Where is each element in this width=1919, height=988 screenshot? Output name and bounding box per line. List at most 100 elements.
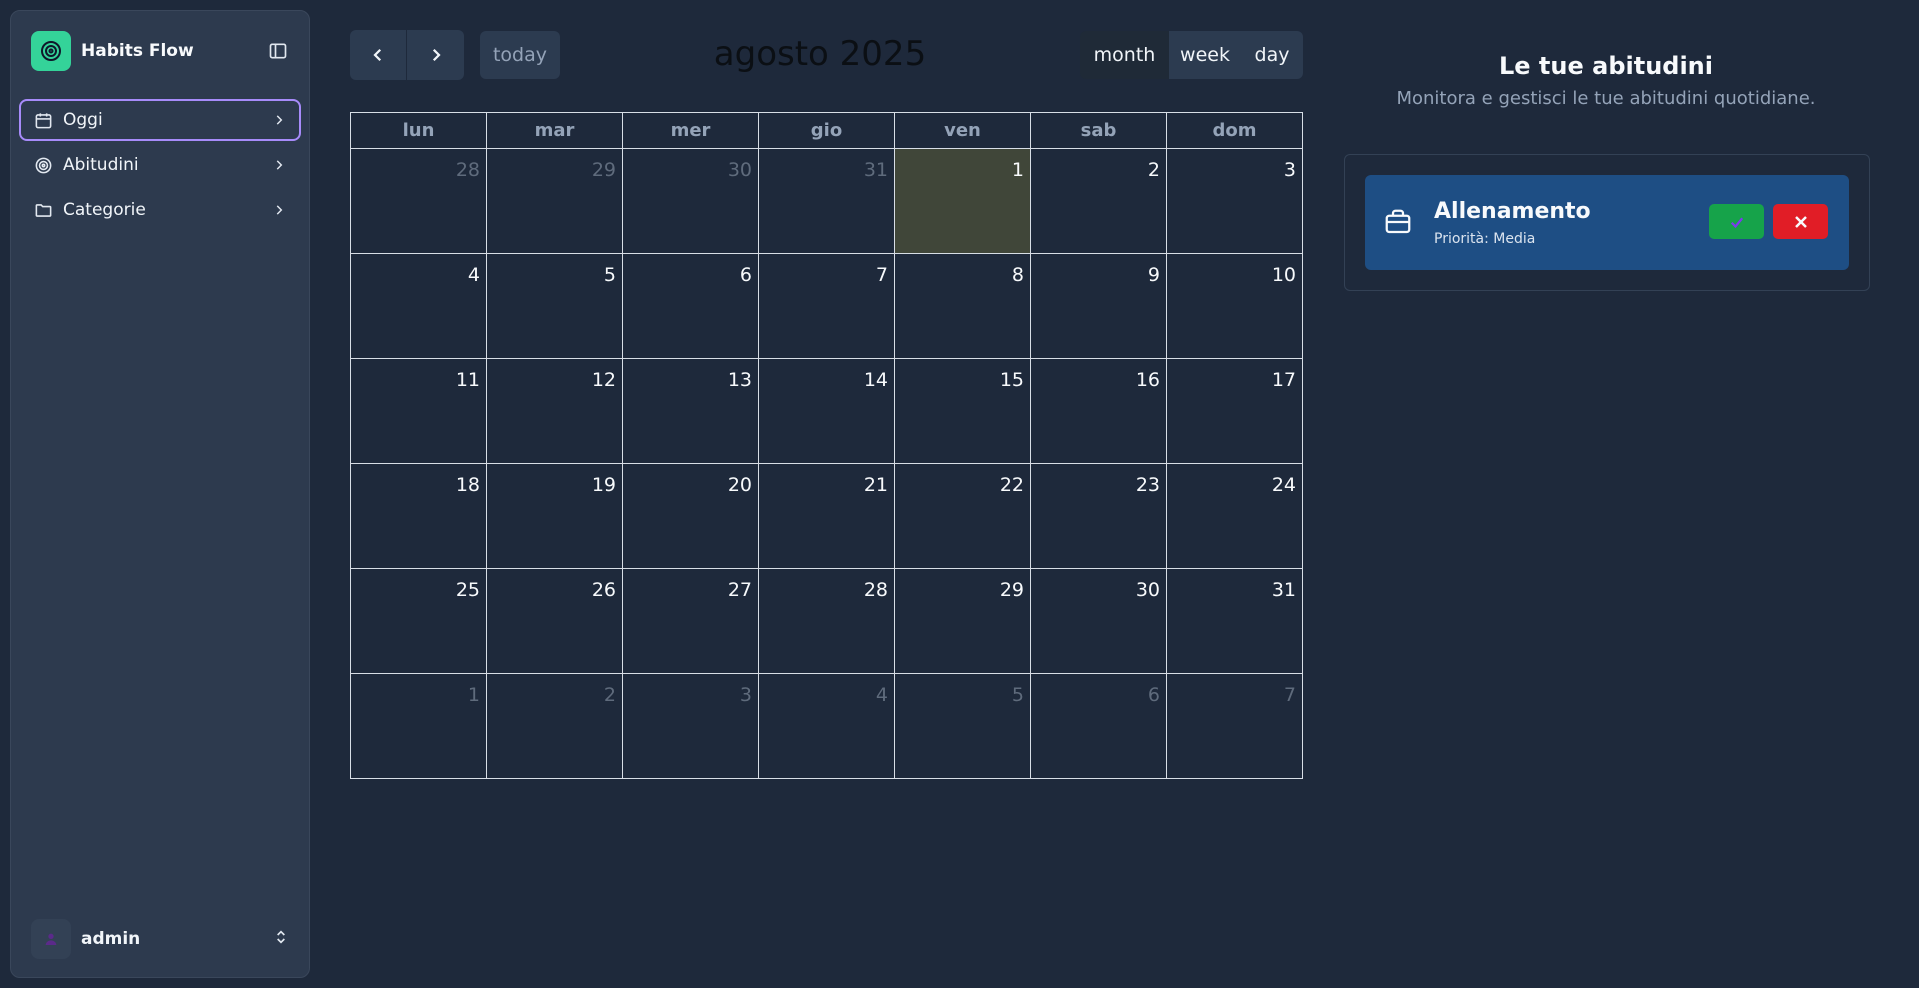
calendar-day-cell[interactable]: 6 [622, 253, 759, 359]
sidebar-item-label: Oggi [63, 110, 103, 130]
calendar-day-cell[interactable]: 5 [486, 253, 623, 359]
mark-done-button[interactable] [1709, 204, 1764, 239]
weekday-header: lun [350, 112, 487, 149]
chevron-right-icon [271, 112, 287, 128]
habits-list: Allenamento Priorità: Media [1344, 154, 1870, 291]
briefcase-icon [1383, 207, 1413, 237]
calendar-day-cell[interactable]: 30 [622, 148, 759, 254]
brand: Habits Flow [31, 31, 289, 71]
today-group: today [480, 31, 560, 79]
calendar-day-cell[interactable]: 31 [1166, 568, 1303, 674]
calendar-day-cell[interactable]: 2 [1030, 148, 1167, 254]
sidebar-item-label: Categorie [63, 200, 146, 220]
target-icon [31, 31, 71, 71]
sidebar-toggle-icon[interactable] [267, 40, 289, 62]
calendar-day-cell[interactable]: 21 [758, 463, 895, 569]
chevrons-up-down-icon [273, 929, 289, 949]
chevron-right-icon [271, 202, 287, 218]
panel-subtitle: Monitora e gestisci le tue abitudini quo… [1396, 88, 1816, 109]
user-menu[interactable]: admin [31, 919, 289, 959]
calendar-title: agosto 2025 [713, 34, 927, 74]
sidebar: Habits Flow Oggi Abitudini Categorie adm… [10, 10, 310, 978]
habit-priority: Priorità: Media [1434, 231, 1536, 247]
calendar-day-cell[interactable]: 12 [486, 358, 623, 464]
weekday-header: sab [1030, 112, 1167, 149]
calendar-day-cell[interactable]: 13 [622, 358, 759, 464]
today-button[interactable]: today [480, 31, 560, 79]
panel-title: Le tue abitudini [1499, 52, 1713, 80]
calendar-day-cell[interactable]: 7 [1166, 673, 1303, 779]
calendar-day-cell[interactable]: 30 [1030, 568, 1167, 674]
calendar-day-cell[interactable]: 24 [1166, 463, 1303, 569]
calendar-day-cell[interactable]: 31 [758, 148, 895, 254]
calendar-day-cell[interactable]: 20 [622, 463, 759, 569]
calendar-day-cell[interactable]: 2 [486, 673, 623, 779]
sidebar-item-oggi[interactable]: Oggi [19, 99, 301, 141]
calendar-day-cell[interactable]: 10 [1166, 253, 1303, 359]
user-name: admin [81, 929, 141, 949]
chevron-left-icon [373, 48, 382, 62]
sidebar-item-categorie[interactable]: Categorie [19, 189, 301, 231]
calendar-day-cell[interactable]: 16 [1030, 358, 1167, 464]
chevron-right-icon [432, 48, 441, 62]
weekday-header: gio [758, 112, 895, 149]
calendar-day-cell[interactable]: 28 [758, 568, 895, 674]
check-icon [1730, 217, 1743, 228]
habit-name: Allenamento [1434, 199, 1591, 224]
calendar-week-row: 1234567 [350, 673, 1303, 779]
sidebar-nav: Oggi Abitudini Categorie [19, 99, 301, 234]
calendar-day-cell[interactable]: 3 [622, 673, 759, 779]
calendar-week-row: 4 5 6 7 8 9 10 [350, 253, 1303, 359]
calendar-day-cell[interactable]: 29 [486, 148, 623, 254]
target-icon [33, 155, 53, 175]
calendar-day-cell[interactable]: 8 [894, 253, 1031, 359]
calendar-body: 28 29 30 31 1 2 3 4 5 6 7 8 9 10 11 12 13 14 15 16 17 18 19 20 2… [350, 148, 1303, 779]
calendar-day-cell[interactable]: 5 [894, 673, 1031, 779]
calendar-day-cell[interactable]: 15 [894, 358, 1031, 464]
calendar-week-row: 18 19 20 21 22 23 24 [350, 463, 1303, 569]
calendar-day-cell[interactable]: 3 [1166, 148, 1303, 254]
calendar-day-cell[interactable]: 14 [758, 358, 895, 464]
calendar-day-cell[interactable]: 6 [1030, 673, 1167, 779]
calendar-day-cell[interactable]: 19 [486, 463, 623, 569]
chevron-right-icon [271, 157, 287, 173]
calendar-day-cell[interactable]: 17 [1166, 358, 1303, 464]
calendar-day-cell[interactable]: 29 [894, 568, 1031, 674]
sidebar-item-abitudini[interactable]: Abitudini [19, 144, 301, 186]
calendar-day-cell[interactable]: 7 [758, 253, 895, 359]
month-calendar: lun mar mer gio ven sab dom 28 29 30 31 1 2 3 4… [350, 112, 1303, 779]
calendar-day-cell[interactable]: 23 [1030, 463, 1167, 569]
weekday-header-row: lun mar mer gio ven sab dom [350, 112, 1303, 149]
habit-card[interactable]: Allenamento Priorità: Media [1365, 175, 1849, 270]
app-name: Habits Flow [81, 41, 194, 61]
view-day-button[interactable]: day [1241, 31, 1303, 79]
next-month-button[interactable] [407, 30, 464, 80]
view-switcher: month week day [1080, 31, 1303, 79]
calendar-day-cell[interactable]: 9 [1030, 253, 1167, 359]
weekday-header: mar [486, 112, 623, 149]
calendar-day-cell[interactable]: 18 [350, 463, 487, 569]
view-week-button[interactable]: week [1169, 31, 1241, 79]
calendar-day-cell[interactable]: 1 [894, 148, 1031, 254]
calendar-day-cell[interactable]: 28 [350, 148, 487, 254]
calendar-day-cell[interactable]: 25 [350, 568, 487, 674]
calendar-day-cell[interactable]: 4 [758, 673, 895, 779]
mark-skipped-button[interactable] [1773, 204, 1828, 239]
calendar-week-row: 28 29 30 31 1 2 3 [350, 148, 1303, 254]
view-month-button[interactable]: month [1080, 31, 1169, 79]
calendar-day-cell[interactable]: 11 [350, 358, 487, 464]
calendar-day-cell[interactable]: 26 [486, 568, 623, 674]
weekday-header: ven [894, 112, 1031, 149]
calendar-day-cell[interactable]: 27 [622, 568, 759, 674]
close-icon [1794, 215, 1807, 228]
user-icon [45, 933, 57, 945]
nav-button-group [350, 30, 464, 80]
weekday-header: mer [622, 112, 759, 149]
calendar-week-row: 11 12 13 14 15 16 17 [350, 358, 1303, 464]
calendar-icon [33, 110, 53, 130]
calendar-day-cell[interactable]: 4 [350, 253, 487, 359]
avatar [31, 919, 71, 959]
calendar-day-cell[interactable]: 22 [894, 463, 1031, 569]
calendar-day-cell[interactable]: 1 [350, 673, 487, 779]
prev-month-button[interactable] [350, 30, 407, 80]
